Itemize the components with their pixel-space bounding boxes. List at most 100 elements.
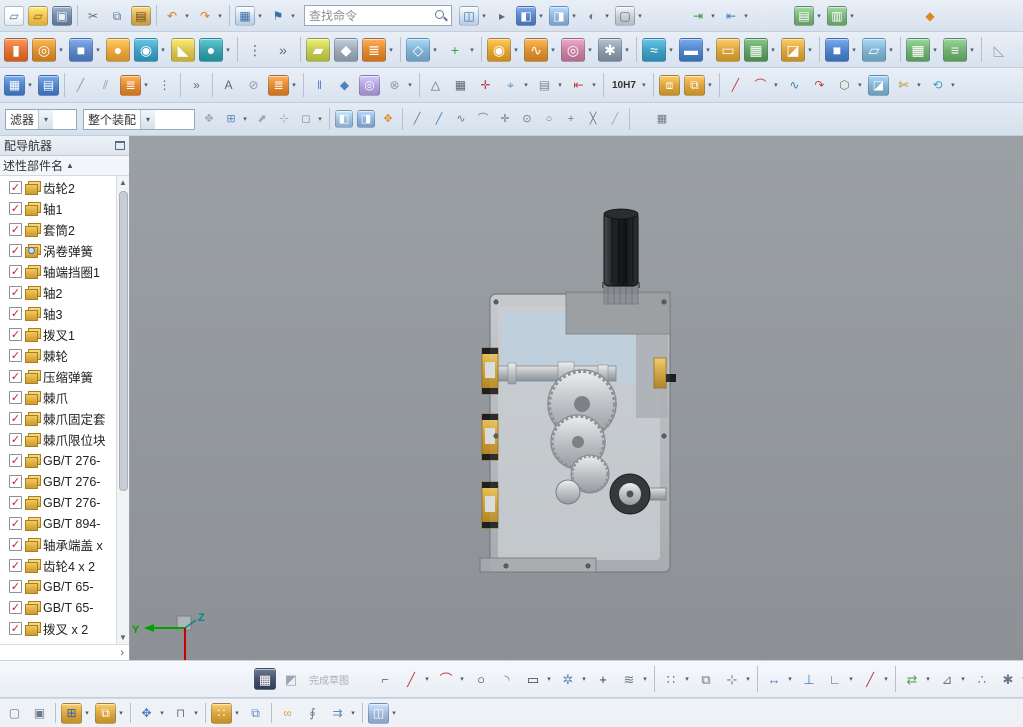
datum-plus[interactable]: +▾ [442,37,477,63]
add-component-dropdown-icon[interactable]: ▾ [83,709,91,717]
note-list[interactable]: ▤▾ [533,74,565,97]
datum-plane[interactable]: ◇▾ [405,37,440,63]
show-constraints-dropdown-icon[interactable]: ▾ [959,675,967,683]
part-checkbox[interactable]: ✓ [9,622,22,635]
overflow-chevron-2[interactable]: » [185,74,208,97]
convert-reference[interactable]: ⇄▾ [900,667,933,691]
edit-defining[interactable]: ✱▾ [996,667,1023,691]
corner-tool[interactable]: ∟▾ [823,667,856,691]
tree-item[interactable]: ✓拨叉 x 2 [0,618,116,639]
gray-tool[interactable]: ◆ [333,37,359,63]
save[interactable]: ▣ [51,5,73,27]
arc[interactable]: ⌒▾ [434,667,467,691]
analysis-star[interactable]: ✦▾ [1014,37,1023,63]
draft-line[interactable]: ╱ [69,74,92,97]
sequence-tool-dropdown-icon[interactable]: ▾ [349,709,357,717]
curve-comb[interactable]: ⌒▾ [749,74,781,97]
window-layout-dropdown-icon[interactable]: ▾ [256,12,264,20]
blue-pillars[interactable]: ‖ [308,74,331,97]
surface-patch[interactable]: ◪ [867,74,890,97]
corner-tool-dropdown-icon[interactable]: ▾ [847,675,855,683]
convert-reference-dropdown-icon[interactable]: ▾ [924,675,932,683]
part-checkbox[interactable]: ✓ [9,412,22,425]
hatch-lines[interactable]: ⫽ [94,74,117,97]
pattern-grid[interactable]: ▦▾ [743,37,778,63]
tree-item[interactable]: ✓轴1 [0,198,116,219]
grid-snap[interactable]: ▦ [652,109,672,129]
export-part[interactable]: ⇤▾ [720,5,751,27]
mirror-assembly[interactable]: ⧉ [244,702,267,725]
snap-intersection[interactable]: ╳ [583,109,603,129]
coil-spring-dropdown-icon[interactable]: ▾ [549,46,557,54]
tree-item[interactable]: ✓GB/T 276- [0,471,116,492]
target-point[interactable]: ⌖▾ [499,74,531,97]
quick-trim-dropdown-icon[interactable]: ▾ [882,675,890,683]
selection-filter-dropdown-icon[interactable]: ▾ [38,110,53,129]
wave-surface[interactable]: ≈▾ [641,37,676,63]
tree-item[interactable]: ✓GB/T 65- [0,576,116,597]
spool-tool-dropdown-icon[interactable]: ▾ [406,81,414,89]
split-screen[interactable]: ◫▾ [458,5,489,27]
torus-feature-dropdown-icon[interactable]: ▾ [57,46,65,54]
tree-item[interactable]: ✓轴2 [0,282,116,303]
tree-item[interactable]: ✓齿轮2 [0,177,116,198]
quick-trim[interactable]: ╱▾ [858,667,891,691]
part-checkbox[interactable]: ✓ [9,223,22,236]
block-feature[interactable]: ■▾ [68,37,103,63]
snap-axis[interactable]: ✛ [495,109,515,129]
sheet-body[interactable]: ▱▾ [861,37,896,63]
sheet-table-2-dropdown-icon[interactable]: ▾ [848,12,856,20]
window-mode-dropdown-icon[interactable]: ▾ [636,12,644,20]
green-grid-dropdown-icon[interactable]: ▾ [931,46,939,54]
exploded-view[interactable]: ◫▾ [367,702,399,725]
spool-tool[interactable]: ⊗▾ [383,74,415,97]
dim-arrow[interactable]: ⇤▾ [567,74,599,97]
overflow-chevron-1[interactable]: » [270,37,296,63]
fillet-curve[interactable]: ◝ [495,667,519,691]
gold-pair[interactable]: ⧈ [658,74,681,97]
tree-item[interactable]: ✓GB/T 276- [0,450,116,471]
triangle-tool[interactable]: △ [424,74,447,97]
window-layout[interactable]: ▦▾ [234,5,265,27]
overflow-dots-2[interactable]: ⋮ [153,74,176,97]
orange-bars-dropdown-icon[interactable]: ▾ [290,81,298,89]
teal-ball[interactable]: ●▾ [198,37,233,63]
blue-slab-dropdown-icon[interactable]: ▾ [704,46,712,54]
datum-plus-dropdown-icon[interactable]: ▾ [468,46,476,54]
snap-point[interactable]: + [561,109,581,129]
component-group[interactable]: ⧉▾ [94,702,126,725]
tree-item[interactable]: ✓GB/T 276- [0,492,116,513]
snap-slash[interactable]: ╱ [605,109,625,129]
blue-cube[interactable]: ■▾ [824,37,859,63]
view-orient-cube-dropdown-icon[interactable]: ▾ [537,12,545,20]
dimension-dropdown-icon[interactable]: ▾ [786,675,794,683]
command-finder-flag[interactable]: ⚑▾ [267,5,298,27]
line[interactable]: ╱▾ [399,667,432,691]
slant-plate[interactable]: ▰ [305,37,331,63]
intersection-point-dropdown-icon[interactable]: ▾ [744,675,752,683]
orange-list[interactable]: ≣▾ [119,74,151,97]
point-cluster[interactable]: ✲▾ [556,667,589,691]
part-checkbox[interactable]: ✓ [9,286,22,299]
snap-circle[interactable]: ○ [539,109,559,129]
table-blue-dropdown-icon[interactable]: ▾ [26,81,34,89]
select-parent[interactable]: ⬈ [252,109,272,129]
show-hide[interactable]: ◐▾ [581,5,612,27]
part-checkbox[interactable]: ✓ [9,391,22,404]
part-checkbox[interactable]: ✓ [9,580,22,593]
datum-crosses[interactable]: ✛ [474,74,497,97]
sketch-list-dropdown-icon[interactable]: ▾ [387,46,395,54]
window-mode[interactable]: ▢▾ [614,5,645,27]
undo[interactable]: ↶▾ [161,5,192,27]
sketch-list[interactable]: ≣▾ [361,37,396,63]
orange-list-dropdown-icon[interactable]: ▾ [142,81,150,89]
sort-ascending-icon[interactable]: ▲ [66,161,74,170]
tree-item[interactable]: ✓棘爪固定套 [0,408,116,429]
render-style[interactable]: ◨▾ [548,5,579,27]
move-component-dropdown-icon[interactable]: ▾ [158,709,166,717]
snap-spline[interactable]: ∿ [451,109,471,129]
tree-item[interactable]: ✓棘爪限位块 [0,429,116,450]
sheet-table-1-dropdown-icon[interactable]: ▾ [815,12,823,20]
profile[interactable]: ⌐ [373,667,397,691]
view-orient-cube[interactable]: ◧▾ [515,5,546,27]
